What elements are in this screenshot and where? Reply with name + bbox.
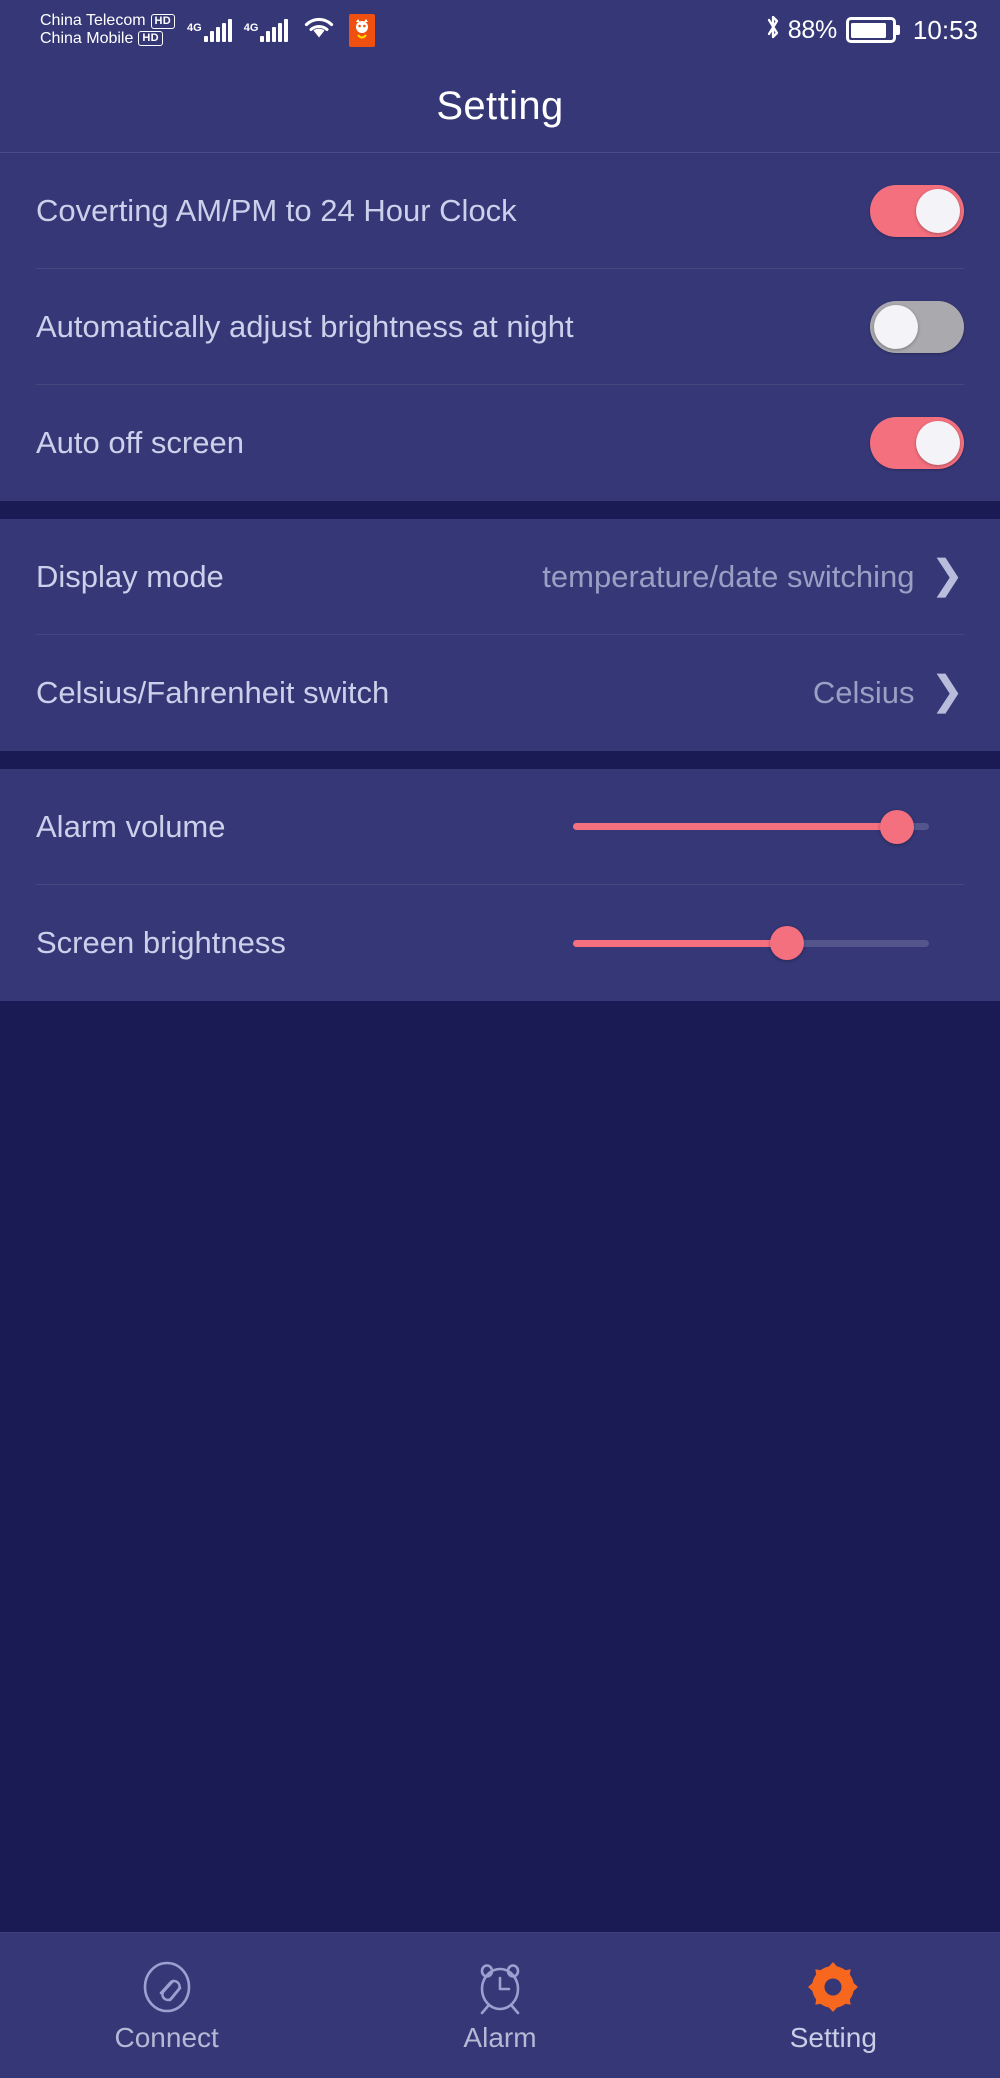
setting-row-screen-brightness[interactable]: Screen brightness [36, 885, 964, 1001]
slider-screen-brightness[interactable] [573, 923, 929, 963]
slider-thumb[interactable] [879, 809, 914, 844]
setting-label-auto-off-screen: Auto off screen [36, 425, 244, 460]
carrier-name-1: China Telecom [40, 12, 146, 30]
setting-row-auto-off-screen[interactable]: Auto off screen [36, 385, 964, 501]
carrier-names: China Telecom HD China Mobile HD [40, 12, 176, 48]
setting-row-auto-night-brightness[interactable]: Automatically adjust brightness at night [36, 269, 964, 385]
slider-filled-track [573, 823, 897, 830]
toggle-knob [916, 188, 960, 233]
gear-icon [805, 1959, 861, 2015]
phone-screen: China Telecom HD China Mobile HD 4G 4G 8… [0, 0, 1000, 2078]
setting-value-group-display-mode: temperature/date switching ❯ [542, 552, 964, 597]
signal-indicator-1: 4G [187, 18, 232, 42]
nav-item-connect[interactable]: Connect [0, 1933, 333, 2078]
setting-label-convert-ampm-24h: Coverting AM/PM to 24 Hour Clock [36, 192, 517, 228]
section-divider-1 [0, 501, 1000, 519]
settings-group-toggles: Coverting AM/PM to 24 Hour Clock Automat… [0, 153, 1000, 501]
wifi-icon [302, 14, 336, 45]
network-generation-label-1: 4G [187, 22, 202, 34]
setting-row-display-mode[interactable]: Display mode temperature/date switching … [36, 519, 964, 635]
toggle-knob [874, 304, 918, 349]
status-bar-left: China Telecom HD China Mobile HD 4G 4G [40, 12, 376, 48]
status-bar: China Telecom HD China Mobile HD 4G 4G 8… [0, 0, 1000, 60]
setting-row-celsius-fahrenheit-switch[interactable]: Celsius/Fahrenheit switch Celsius ❯ [36, 635, 964, 751]
chevron-right-icon: ❯ [930, 669, 964, 713]
setting-label-display-mode: Display mode [36, 558, 224, 594]
slider-alarm-volume[interactable] [573, 807, 929, 847]
nav-label-connect: Connect [114, 2022, 219, 2053]
nav-item-setting[interactable]: Setting [667, 1933, 1000, 2078]
toggle-auto-night-brightness[interactable] [870, 300, 964, 353]
status-bar-clock: 10:53 [912, 14, 978, 45]
nav-label-setting: Setting [789, 2022, 877, 2053]
signal-bars-icon-2 [260, 18, 289, 42]
empty-area [0, 1001, 1000, 1932]
nav-item-alarm[interactable]: Alarm [333, 1933, 666, 2078]
battery-percent-label: 88% [787, 15, 837, 44]
setting-label-alarm-volume: Alarm volume [36, 808, 226, 844]
hd-badge-2: HD [138, 31, 163, 47]
slider-filled-track [573, 939, 787, 947]
battery-icon [845, 17, 896, 43]
section-divider-2 [0, 751, 1000, 769]
toggle-knob [916, 421, 960, 465]
chevron-right-icon: ❯ [930, 552, 964, 597]
toggle-auto-off-screen[interactable] [870, 417, 964, 469]
status-bar-right: 88% 10:53 [763, 12, 978, 49]
signal-bars-icon-1 [203, 18, 232, 42]
setting-label-auto-night-brightness: Automatically adjust brightness at night [36, 308, 574, 344]
setting-value-celsius-fahrenheit: Celsius [812, 675, 915, 710]
page-title: Setting [436, 83, 564, 128]
settings-content: Coverting AM/PM to 24 Hour Clock Automat… [0, 153, 1000, 1932]
carrier-name-2: China Mobile [40, 30, 134, 47]
setting-value-group-celsius-fahrenheit: Celsius ❯ [812, 669, 964, 713]
signal-indicator-2: 4G [244, 18, 289, 42]
setting-label-celsius-fahrenheit-switch: Celsius/Fahrenheit switch [36, 675, 390, 710]
setting-value-display-mode: temperature/date switching [542, 558, 915, 594]
alarm-clock-icon [472, 1959, 528, 2015]
app-header: Setting [0, 60, 1000, 153]
notification-app-icon [349, 13, 376, 47]
setting-row-convert-ampm-24h[interactable]: Coverting AM/PM to 24 Hour Clock [36, 153, 964, 269]
carrier-row-1: China Telecom HD [40, 12, 176, 30]
carrier-row-2: China Mobile HD [40, 30, 175, 48]
settings-group-display-options: Display mode temperature/date switching … [0, 519, 1000, 751]
hd-badge-1: HD [150, 13, 176, 29]
setting-label-screen-brightness: Screen brightness [36, 925, 286, 960]
link-circle-icon [139, 1959, 195, 2015]
toggle-convert-ampm-24h[interactable] [870, 184, 964, 237]
network-generation-label-2: 4G [243, 22, 259, 34]
setting-row-alarm-volume[interactable]: Alarm volume [36, 769, 964, 885]
bottom-navigation-bar: Connect Alarm Setting [0, 1932, 1000, 2078]
settings-group-sliders: Alarm volume Screen brightness [0, 769, 1000, 1001]
bluetooth-icon [763, 12, 783, 49]
nav-label-alarm: Alarm [463, 2022, 537, 2053]
slider-thumb[interactable] [769, 926, 804, 960]
